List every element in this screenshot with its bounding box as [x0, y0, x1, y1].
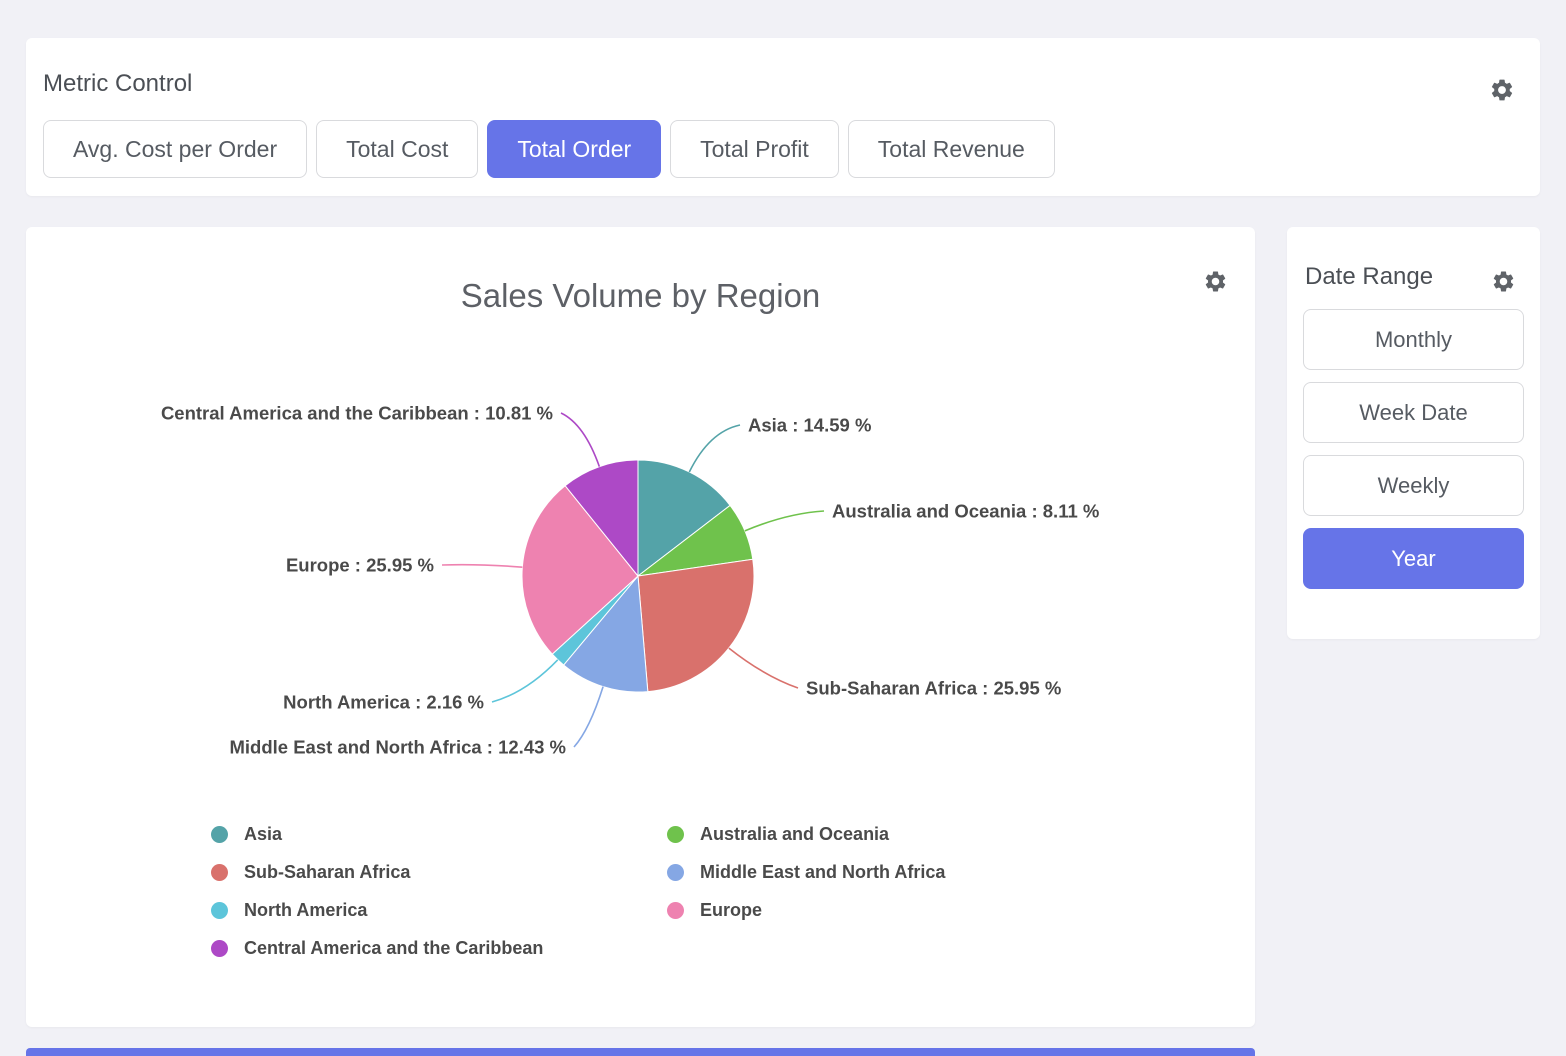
date-range-button-weekly[interactable]: Weekly	[1303, 455, 1524, 516]
metric-button-total-profit[interactable]: Total Profit	[670, 120, 839, 178]
pie-callout-line-central-america-and-the-caribbean	[561, 413, 599, 467]
metric-buttons-group: Avg. Cost per OrderTotal CostTotal Order…	[43, 120, 1055, 178]
metric-button-total-cost[interactable]: Total Cost	[316, 120, 478, 178]
legend-label: Central America and the Caribbean	[244, 938, 543, 959]
cutoff-panel-accent-bar	[26, 1048, 1255, 1056]
legend-item-asia[interactable]: Asia	[211, 822, 282, 846]
legend-label: Middle East and North Africa	[700, 862, 945, 883]
legend-label: North America	[244, 900, 367, 921]
legend-swatch-europe	[667, 902, 684, 919]
legend-item-central-america-and-the-caribbean[interactable]: Central America and the Caribbean	[211, 936, 543, 960]
metric-settings-gear-icon[interactable]	[1489, 77, 1515, 103]
metric-button-total-order[interactable]: Total Order	[487, 120, 661, 178]
metric-control-panel: Metric Control Avg. Cost per OrderTotal …	[26, 38, 1540, 196]
pie-callout-line-australia-and-oceania	[745, 511, 824, 531]
legend-swatch-central-america-and-the-caribbean	[211, 940, 228, 957]
pie-callout-line-north-america	[492, 660, 558, 702]
pie-callout-label-north-america: North America : 2.16 %	[283, 692, 484, 713]
date-range-panel: Date Range Monthly Week Date Weekly Year	[1287, 227, 1540, 639]
legend-label: Australia and Oceania	[700, 824, 889, 845]
sales-volume-chart-panel: Sales Volume by Region Asia : 14.59 %Aus…	[26, 227, 1255, 1027]
legend-label: Asia	[244, 824, 282, 845]
metric-control-title: Metric Control	[43, 70, 192, 98]
legend-item-middle-east-and-north-africa[interactable]: Middle East and North Africa	[667, 860, 945, 884]
legend-swatch-asia	[211, 826, 228, 843]
legend-label: Europe	[700, 900, 762, 921]
legend-item-europe[interactable]: Europe	[667, 898, 762, 922]
metric-button-total-revenue[interactable]: Total Revenue	[848, 120, 1055, 178]
pie-callout-line-europe	[442, 565, 522, 567]
pie-callout-line-asia	[689, 425, 740, 472]
legend-label: Sub-Saharan Africa	[244, 862, 410, 883]
metric-button-avg-cost-per-order[interactable]: Avg. Cost per Order	[43, 120, 307, 178]
legend-item-north-america[interactable]: North America	[211, 898, 367, 922]
pie-callout-line-middle-east-and-north-africa	[574, 687, 603, 747]
date-range-buttons-group: Monthly Week Date Weekly Year	[1303, 309, 1524, 589]
pie-callout-label-europe: Europe : 25.95 %	[286, 555, 434, 576]
pie-callout-label-sub-saharan-africa: Sub-Saharan Africa : 25.95 %	[806, 678, 1061, 699]
legend-swatch-middle-east-and-north-africa	[667, 864, 684, 881]
pie-callout-label-australia-and-oceania: Australia and Oceania : 8.11 %	[832, 501, 1099, 522]
pie-callout-label-asia: Asia : 14.59 %	[748, 415, 871, 436]
date-range-title: Date Range	[1305, 263, 1433, 291]
pie-callout-line-sub-saharan-africa	[729, 648, 798, 688]
legend-swatch-sub-saharan-africa	[211, 864, 228, 881]
pie-callout-label-central-america-and-the-caribbean: Central America and the Caribbean : 10.8…	[161, 403, 553, 424]
date-range-button-monthly[interactable]: Monthly	[1303, 309, 1524, 370]
legend-item-sub-saharan-africa[interactable]: Sub-Saharan Africa	[211, 860, 410, 884]
pie-slice-sub-saharan-africa[interactable]	[638, 559, 754, 691]
pie-callout-label-middle-east-and-north-africa: Middle East and North Africa : 12.43 %	[229, 737, 566, 758]
legend-swatch-australia-and-oceania	[667, 826, 684, 843]
date-range-button-year[interactable]: Year	[1303, 528, 1524, 589]
legend-swatch-north-america	[211, 902, 228, 919]
legend-item-australia-and-oceania[interactable]: Australia and Oceania	[667, 822, 889, 846]
date-range-settings-gear-icon[interactable]	[1491, 269, 1516, 294]
date-range-button-week-date[interactable]: Week Date	[1303, 382, 1524, 443]
dashboard-page: { "colors": { "accent": "#6674e8", "page…	[0, 0, 1566, 1056]
